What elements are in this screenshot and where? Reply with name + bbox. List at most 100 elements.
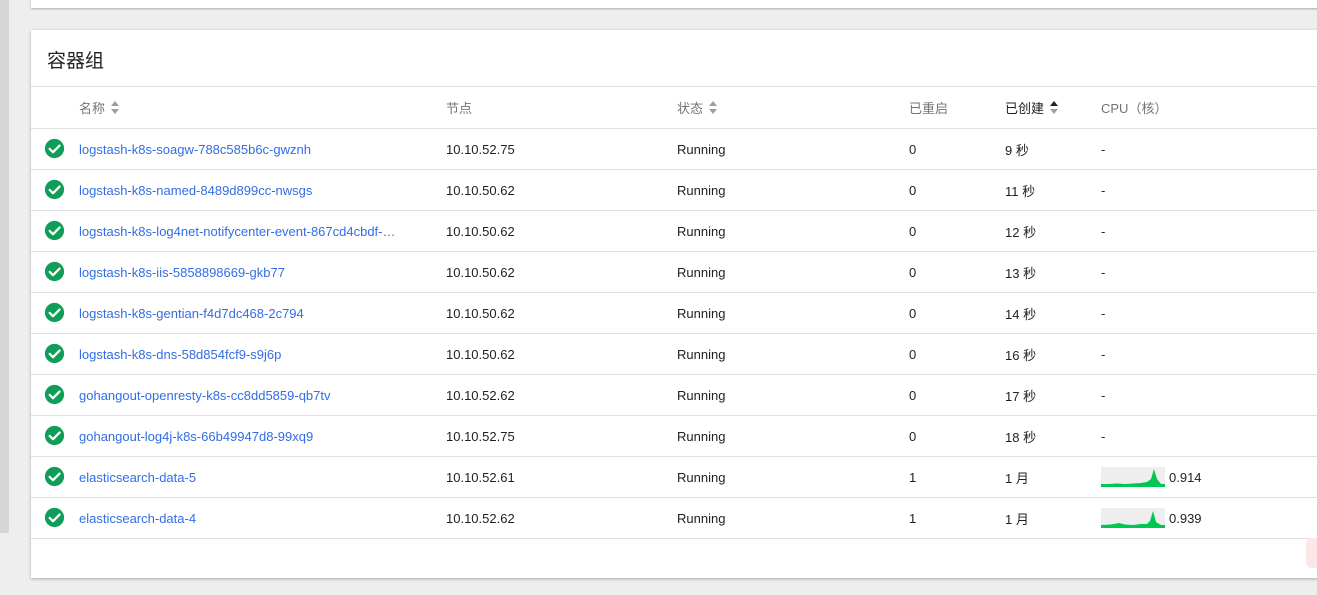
pod-age: 17 秒 — [1005, 388, 1037, 404]
sort-icon[interactable] — [111, 100, 121, 115]
table-row[interactable]: logstash-k8s-iis-5858898669-gkb77 10.10.… — [31, 252, 1317, 293]
check-circle-icon — [44, 466, 65, 487]
cpu-value: - — [1101, 223, 1106, 239]
column-header-node: 节点 — [446, 101, 473, 116]
pod-age: 1 月 — [1005, 470, 1029, 486]
pod-cpu: - — [1101, 211, 1105, 251]
pod-node: 10.10.50.62 — [446, 305, 515, 321]
pod-cpu: - — [1101, 252, 1105, 292]
cpu-value: - — [1101, 141, 1106, 157]
column-header-cpu: CPU（核） — [1101, 101, 1168, 116]
pod-node: 10.10.50.62 — [446, 223, 515, 239]
column-header-restarts: 已重启 — [909, 101, 949, 116]
pod-cpu: - — [1101, 293, 1105, 333]
check-circle-icon — [44, 425, 65, 446]
cpu-value: - — [1101, 387, 1106, 403]
check-circle-icon — [44, 507, 65, 528]
table-row[interactable]: logstash-k8s-soagw-788c585b6c-gwznh 10.1… — [31, 129, 1317, 170]
pod-cpu: 0.914 — [1101, 457, 1202, 497]
pod-cpu: - — [1101, 334, 1105, 374]
pod-name-link[interactable]: gohangout-log4j-k8s-66b49947d8-99xq9 — [79, 416, 429, 456]
cpu-value: 0.914 — [1169, 469, 1202, 485]
pod-age: 13 秒 — [1005, 265, 1037, 281]
pods-card: 容器组 名称 节点 状态 已重启 已创建 CPU（核） logstash-k8s… — [31, 30, 1317, 578]
pod-restarts: 0 — [909, 141, 917, 157]
pod-age: 16 秒 — [1005, 347, 1037, 363]
cpu-value: - — [1101, 182, 1106, 198]
pod-restarts: 0 — [909, 387, 917, 403]
pod-restarts: 0 — [909, 223, 917, 239]
pod-name-link[interactable]: elasticsearch-data-5 — [79, 457, 429, 497]
pod-cpu: - — [1101, 170, 1105, 210]
pod-node: 10.10.52.62 — [446, 510, 515, 526]
pod-status: Running — [677, 387, 726, 403]
pod-restarts: 0 — [909, 305, 917, 321]
pod-node: 10.10.50.62 — [446, 346, 515, 362]
previous-card-edge — [31, 0, 1317, 8]
pod-name-link[interactable]: gohangout-openresty-k8s-cc8dd5859-qb7tv — [79, 375, 429, 415]
cpu-sparkline — [1101, 467, 1165, 487]
pod-name-link[interactable]: logstash-k8s-log4net-notifycenter-event-… — [79, 211, 429, 251]
pod-status: Running — [677, 346, 726, 362]
cpu-value: - — [1101, 428, 1106, 444]
cpu-sparkline — [1101, 508, 1165, 528]
pod-node: 10.10.50.62 — [446, 264, 515, 280]
pod-status: Running — [677, 264, 726, 280]
pod-age: 11 秒 — [1005, 183, 1036, 199]
table-body: logstash-k8s-soagw-788c585b6c-gwznh 10.1… — [31, 129, 1317, 539]
check-circle-icon — [44, 220, 65, 241]
table-row[interactable]: gohangout-openresty-k8s-cc8dd5859-qb7tv … — [31, 375, 1317, 416]
table-row[interactable]: gohangout-log4j-k8s-66b49947d8-99xq9 10.… — [31, 416, 1317, 457]
table-row[interactable]: logstash-k8s-gentian-f4d7dc468-2c794 10.… — [31, 293, 1317, 334]
pod-age: 14 秒 — [1005, 306, 1037, 322]
card-title: 容器组 — [47, 50, 105, 72]
pod-name-link[interactable]: logstash-k8s-gentian-f4d7dc468-2c794 — [79, 293, 429, 333]
table-row[interactable]: logstash-k8s-dns-58d854fcf9-s9j6p 10.10.… — [31, 334, 1317, 375]
table-row[interactable]: logstash-k8s-named-8489d899cc-nwsgs 10.1… — [31, 170, 1317, 211]
floating-widget-edge[interactable] — [1306, 538, 1317, 568]
check-circle-icon — [44, 179, 65, 200]
check-circle-icon — [44, 343, 65, 364]
column-header-status[interactable]: 状态 — [677, 87, 719, 128]
pod-node: 10.10.52.62 — [446, 387, 515, 403]
cpu-value: - — [1101, 346, 1106, 362]
pod-status: Running — [677, 469, 726, 485]
pod-name-link[interactable]: elasticsearch-data-4 — [79, 498, 429, 538]
table-header: 名称 节点 状态 已重启 已创建 CPU（核） — [31, 86, 1317, 129]
pod-name-link[interactable]: logstash-k8s-named-8489d899cc-nwsgs — [79, 170, 429, 210]
pod-name-link[interactable]: logstash-k8s-dns-58d854fcf9-s9j6p — [79, 334, 429, 374]
column-header-created[interactable]: 已创建 — [1005, 87, 1060, 128]
pod-cpu: - — [1101, 129, 1105, 169]
cpu-value: - — [1101, 305, 1106, 321]
check-circle-icon — [44, 138, 65, 159]
pod-cpu: - — [1101, 375, 1105, 415]
pod-restarts: 0 — [909, 346, 917, 362]
table-row[interactable]: logstash-k8s-log4net-notifycenter-event-… — [31, 211, 1317, 252]
sort-icon[interactable] — [709, 100, 719, 115]
pod-name-link[interactable]: logstash-k8s-soagw-788c585b6c-gwznh — [79, 129, 429, 169]
pod-status: Running — [677, 510, 726, 526]
pod-status: Running — [677, 141, 726, 157]
pod-node: 10.10.52.75 — [446, 428, 515, 444]
sort-ascending-icon[interactable] — [1050, 100, 1060, 115]
pod-node: 10.10.52.61 — [446, 469, 515, 485]
pod-name-link[interactable]: logstash-k8s-iis-5858898669-gkb77 — [79, 252, 429, 292]
pod-restarts: 0 — [909, 264, 917, 280]
pod-age: 9 秒 — [1005, 142, 1029, 158]
check-circle-icon — [44, 384, 65, 405]
column-header-name[interactable]: 名称 — [79, 87, 429, 128]
pod-age: 12 秒 — [1005, 224, 1037, 240]
left-scroll-edge — [0, 0, 9, 533]
pod-cpu: 0.939 — [1101, 498, 1202, 538]
table-row[interactable]: elasticsearch-data-5 10.10.52.61 Running… — [31, 457, 1317, 498]
pod-status: Running — [677, 182, 726, 198]
check-circle-icon — [44, 302, 65, 323]
cpu-value: - — [1101, 264, 1106, 280]
pod-age: 1 月 — [1005, 511, 1029, 527]
cpu-value: 0.939 — [1169, 510, 1202, 526]
pod-status: Running — [677, 428, 726, 444]
table-row[interactable]: elasticsearch-data-4 10.10.52.62 Running… — [31, 498, 1317, 539]
pod-cpu: - — [1101, 416, 1105, 456]
pod-status: Running — [677, 305, 726, 321]
pod-restarts: 0 — [909, 182, 917, 198]
